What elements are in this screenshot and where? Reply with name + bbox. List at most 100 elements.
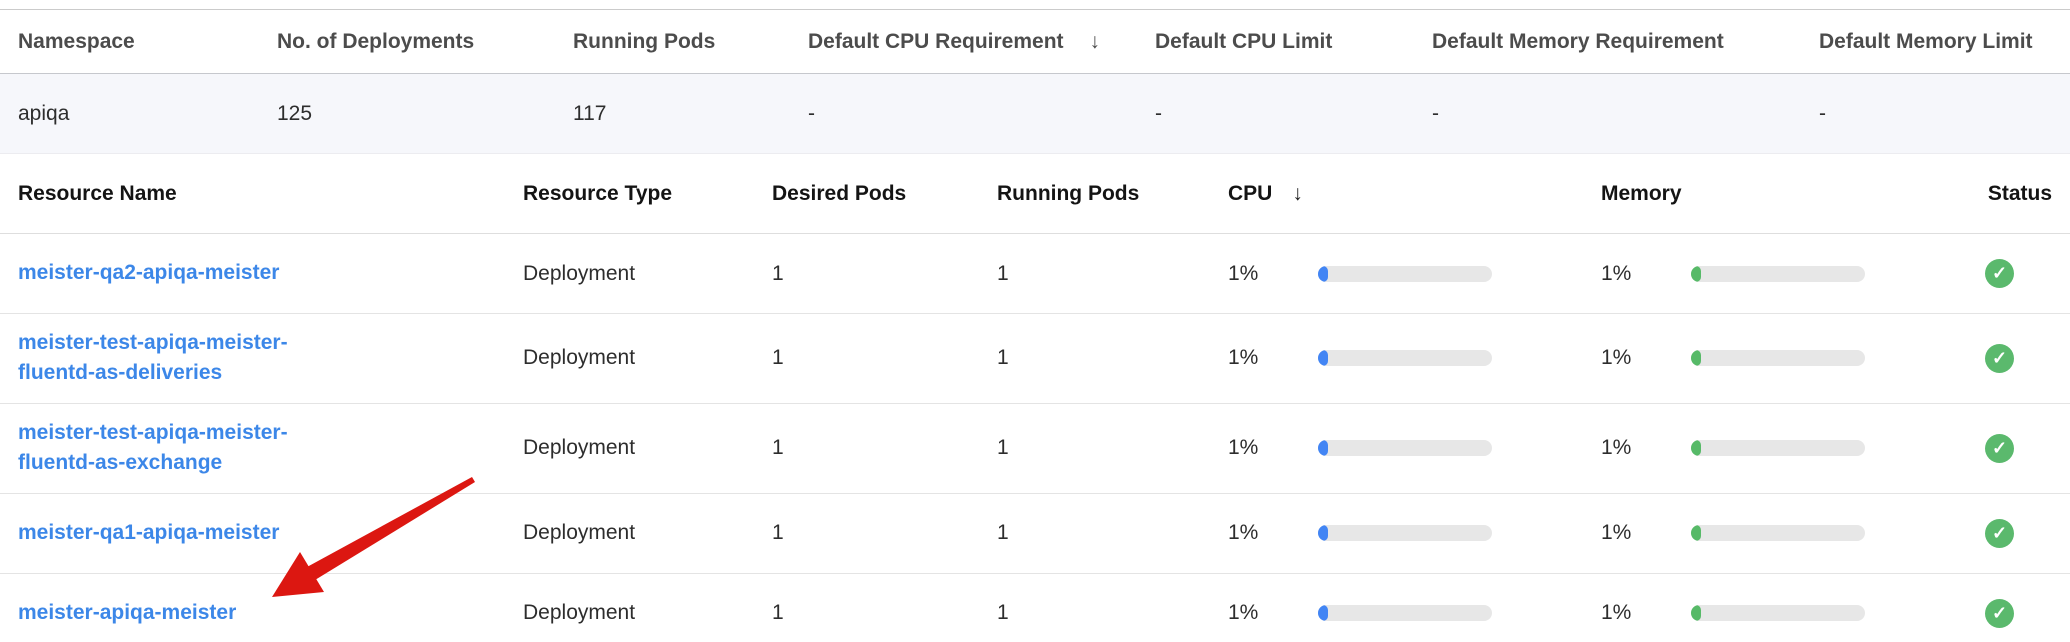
cell-cpu: 1%: [1228, 436, 1601, 460]
cpu-percent: 1%: [1228, 601, 1298, 625]
cell-resource-type: Deployment: [523, 521, 772, 545]
cell-status: ✓: [1985, 434, 2070, 463]
cell-running-pods: 1: [997, 436, 1228, 460]
memory-usage-bar: [1691, 350, 1865, 366]
column-header-resource-type[interactable]: Resource Type: [523, 182, 772, 206]
cpu-usage-fill: [1318, 525, 1328, 541]
cell-desired-pods: 1: [772, 601, 997, 625]
cell-desired-pods: 1: [772, 262, 997, 286]
resource-link[interactable]: meister-test-apiqa-meister-fluentd-as-ex…: [18, 418, 348, 479]
memory-usage-fill: [1691, 350, 1701, 366]
cell-memory: 1%: [1601, 262, 1985, 286]
column-header-namespace[interactable]: Namespace: [18, 30, 277, 54]
cpu-percent: 1%: [1228, 346, 1298, 370]
resource-link[interactable]: meister-qa1-apiqa-meister: [18, 518, 279, 548]
cell-running-pods: 1: [997, 521, 1228, 545]
column-header-desired-pods[interactable]: Desired Pods: [772, 182, 997, 206]
memory-usage-bar: [1691, 266, 1865, 282]
cell-status: ✓: [1985, 599, 2070, 628]
cell-resource-name: meister-qa2-apiqa-meister: [18, 244, 523, 302]
cell-resource-name: meister-test-apiqa-meister-fluentd-as-ex…: [18, 404, 523, 493]
status-healthy-check-icon: ✓: [1985, 434, 2014, 463]
cell-memory: 1%: [1601, 346, 1985, 370]
cell-cpu: 1%: [1228, 601, 1601, 625]
memory-percent: 1%: [1601, 436, 1671, 460]
cell-namespace: apiqa: [18, 102, 277, 126]
cell-running-pods: 1: [997, 601, 1228, 625]
memory-percent: 1%: [1601, 521, 1671, 545]
resource-link[interactable]: meister-qa2-apiqa-meister: [18, 258, 279, 288]
memory-percent: 1%: [1601, 601, 1671, 625]
resource-table-header: Resource Name Resource Type Desired Pods…: [0, 154, 2070, 234]
cell-resource-type: Deployment: [523, 346, 772, 370]
cpu-percent: 1%: [1228, 436, 1298, 460]
cell-memory-requirement: -: [1432, 102, 1819, 126]
cell-running-pods: 117: [573, 102, 808, 126]
cpu-percent: 1%: [1228, 262, 1298, 286]
cell-cpu: 1%: [1228, 262, 1601, 286]
column-header-resource-name[interactable]: Resource Name: [18, 182, 523, 206]
status-healthy-check-icon: ✓: [1985, 259, 2014, 288]
table-row: meister-apiqa-meister Deployment 1 1 1% …: [0, 574, 2070, 642]
status-healthy-check-icon: ✓: [1985, 599, 2014, 628]
cell-resource-name: meister-test-apiqa-meister-fluentd-as-de…: [18, 314, 523, 403]
cell-desired-pods: 1: [772, 436, 997, 460]
column-header-cpu[interactable]: CPU ↓: [1228, 182, 1601, 206]
memory-percent: 1%: [1601, 262, 1671, 286]
cell-resource-name: meister-qa1-apiqa-meister: [18, 504, 523, 562]
cell-running-pods: 1: [997, 346, 1228, 370]
table-row: meister-test-apiqa-meister-fluentd-as-ex…: [0, 404, 2070, 494]
status-healthy-check-icon: ✓: [1985, 344, 2014, 373]
cell-deployments: 125: [277, 102, 573, 126]
cell-status: ✓: [1985, 519, 2070, 548]
column-header-cpu-requirement-label: Default CPU Requirement: [808, 30, 1064, 53]
cell-cpu-limit: -: [1155, 102, 1432, 126]
column-header-cpu-limit[interactable]: Default CPU Limit: [1155, 30, 1432, 54]
column-header-running-pods[interactable]: Running Pods: [997, 182, 1228, 206]
memory-usage-fill: [1691, 605, 1701, 621]
resource-link-arrow-target[interactable]: meister-apiqa-meister: [18, 598, 236, 628]
column-header-cpu-label: CPU: [1228, 182, 1272, 205]
cell-memory: 1%: [1601, 436, 1985, 460]
cpu-usage-fill: [1318, 440, 1328, 456]
namespace-table-header: Namespace No. of Deployments Running Pod…: [0, 9, 2070, 73]
sort-descending-icon[interactable]: ↓: [1292, 182, 1303, 206]
cpu-usage-bar: [1318, 525, 1492, 541]
table-row: meister-qa1-apiqa-meister Deployment 1 1…: [0, 494, 2070, 574]
column-header-deployments[interactable]: No. of Deployments: [277, 30, 573, 54]
table-row: meister-qa2-apiqa-meister Deployment 1 1…: [0, 234, 2070, 314]
status-healthy-check-icon: ✓: [1985, 519, 2014, 548]
cell-desired-pods: 1: [772, 346, 997, 370]
memory-percent: 1%: [1601, 346, 1671, 370]
column-header-running-pods[interactable]: Running Pods: [573, 30, 808, 54]
cpu-usage-bar: [1318, 266, 1492, 282]
cpu-usage-bar: [1318, 440, 1492, 456]
column-header-memory-requirement[interactable]: Default Memory Requirement: [1432, 30, 1819, 54]
cell-memory: 1%: [1601, 601, 1985, 625]
column-header-memory-limit[interactable]: Default Memory Limit: [1819, 30, 2070, 54]
cpu-usage-fill: [1318, 605, 1328, 621]
cell-status: ✓: [1985, 344, 2070, 373]
cpu-usage-fill: [1318, 266, 1328, 282]
cpu-usage-fill: [1318, 350, 1328, 366]
column-header-memory[interactable]: Memory: [1601, 182, 1985, 206]
sort-descending-icon[interactable]: ↓: [1090, 30, 1101, 54]
memory-usage-fill: [1691, 525, 1701, 541]
cell-memory-limit: -: [1819, 102, 2070, 126]
namespace-row-apiqa[interactable]: apiqa 125 117 - - - -: [0, 73, 2070, 154]
memory-usage-bar: [1691, 525, 1865, 541]
memory-usage-bar: [1691, 605, 1865, 621]
cpu-usage-bar: [1318, 605, 1492, 621]
column-header-cpu-requirement[interactable]: Default CPU Requirement ↓: [808, 30, 1155, 54]
resource-link[interactable]: meister-test-apiqa-meister-fluentd-as-de…: [18, 328, 348, 389]
cell-cpu-requirement: -: [808, 102, 1155, 126]
table-row: meister-test-apiqa-meister-fluentd-as-de…: [0, 314, 2070, 404]
memory-usage-bar: [1691, 440, 1865, 456]
cell-resource-type: Deployment: [523, 436, 772, 460]
cpu-percent: 1%: [1228, 521, 1298, 545]
namespace-detail-page: Namespace No. of Deployments Running Pod…: [0, 0, 2070, 642]
cell-desired-pods: 1: [772, 521, 997, 545]
cell-resource-type: Deployment: [523, 262, 772, 286]
column-header-status[interactable]: Status: [1985, 182, 2070, 206]
cell-cpu: 1%: [1228, 346, 1601, 370]
